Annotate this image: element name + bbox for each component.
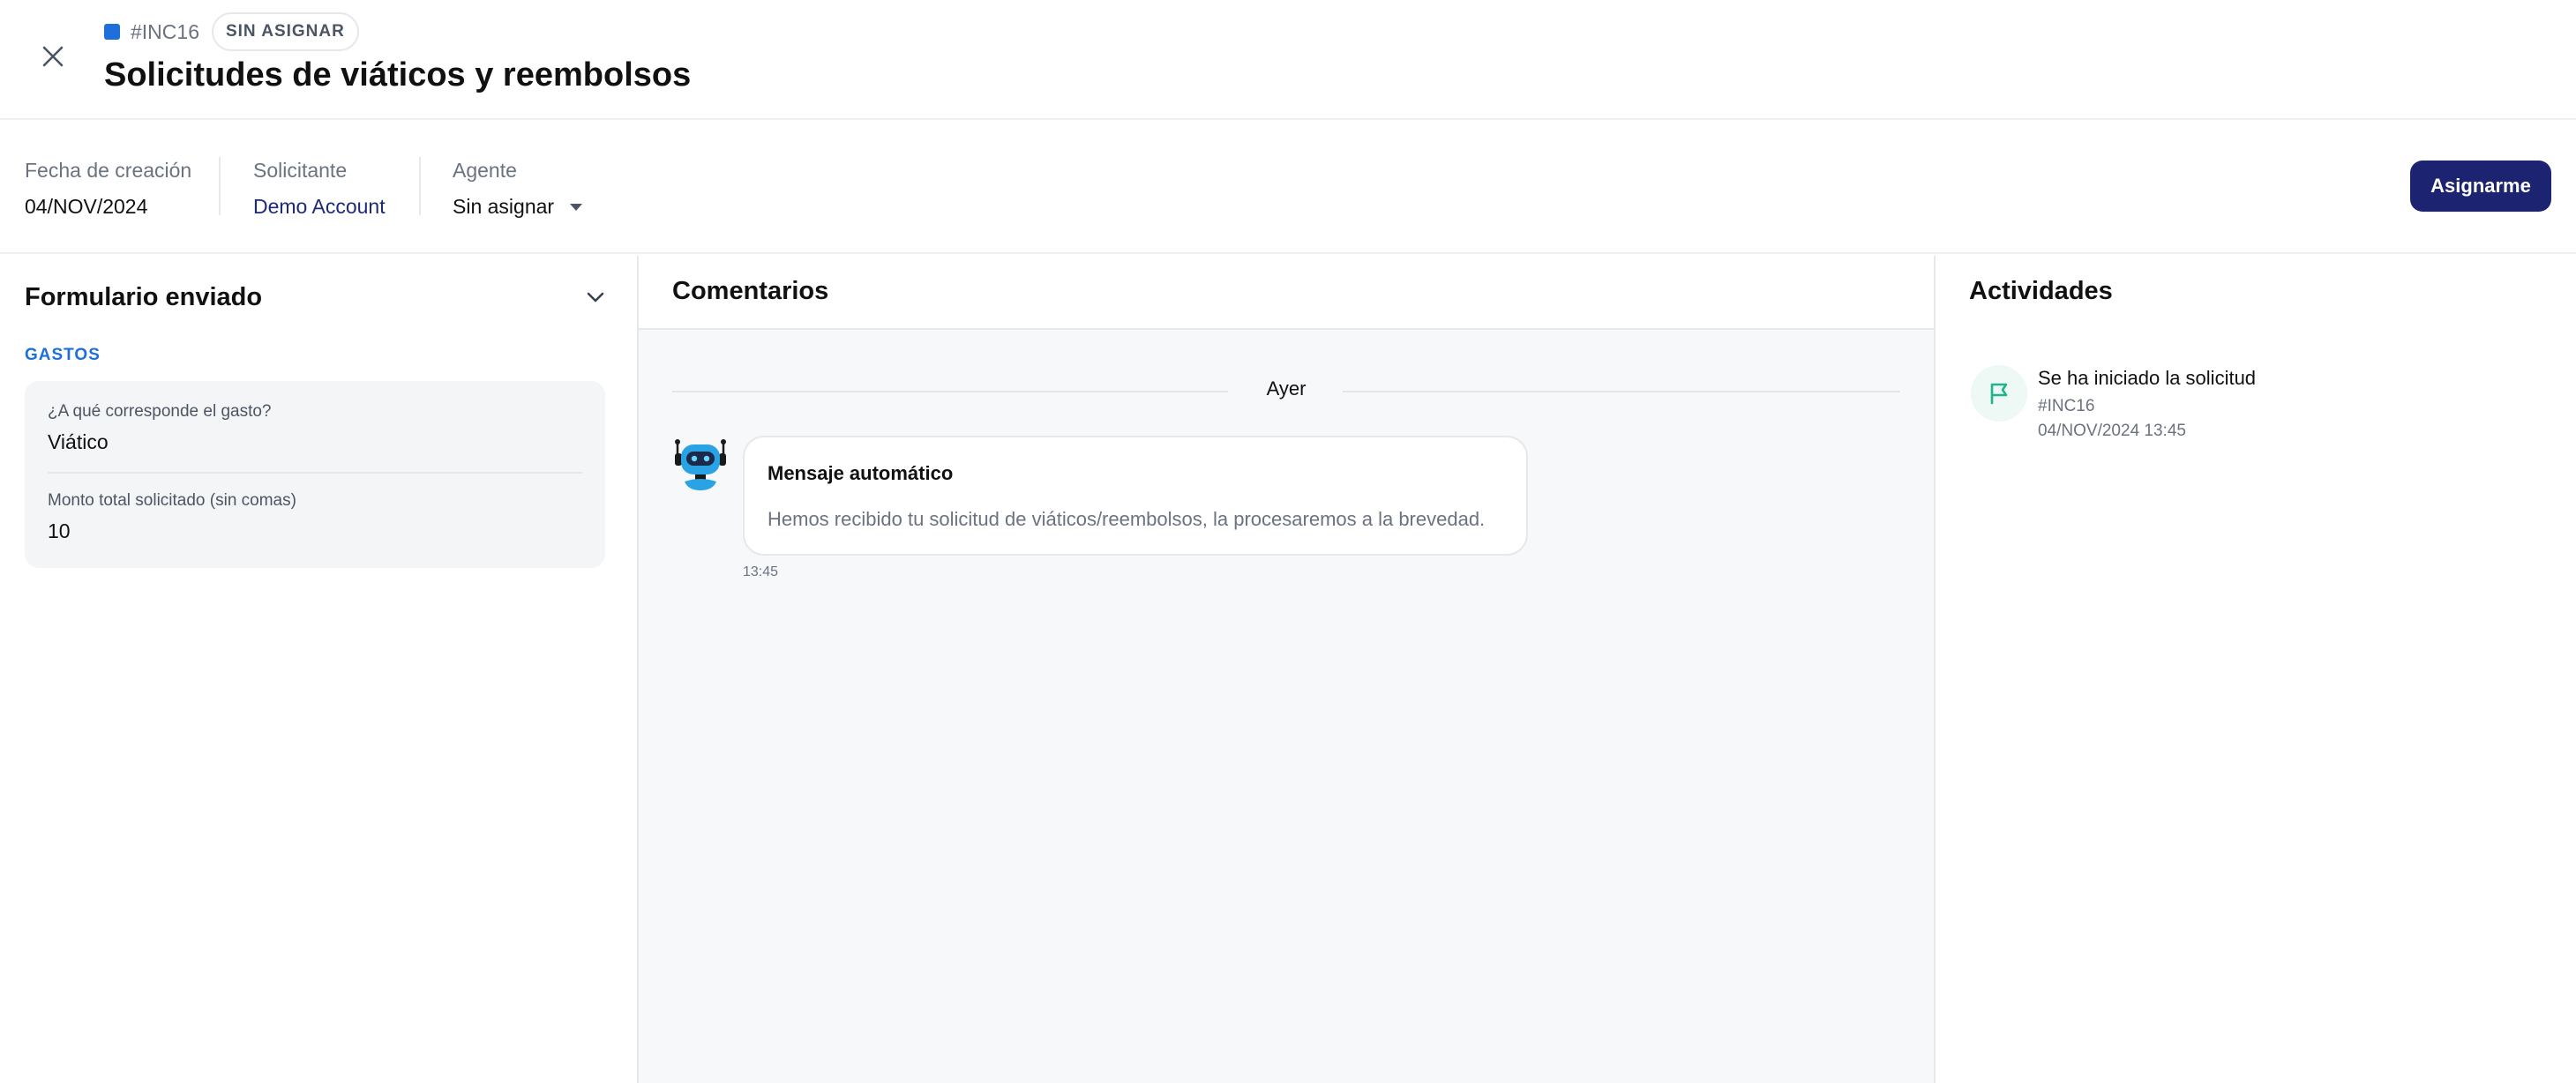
agent-label: Agente	[453, 159, 517, 182]
requester-link[interactable]: Demo Account	[253, 195, 386, 219]
comment-message: Mensaje automático Hemos recibido tu sol…	[743, 436, 1528, 556]
requester-label: Solicitante	[253, 159, 348, 182]
activity-ref: #INC16	[2038, 397, 2095, 415]
divider-line	[1343, 391, 1900, 392]
field-question: Monto total solicitado (sin comas)	[48, 491, 296, 510]
agent-select-value: Sin asignar	[453, 195, 555, 218]
activities-panel: Actividades Se ha iniciado la solicitud …	[1936, 256, 2576, 1083]
agent-block: Agente Sin asignar	[453, 159, 583, 219]
ticket-type-square-icon	[104, 24, 120, 40]
form-collapse-toggle[interactable]: Formulario enviado	[25, 277, 607, 317]
field-answer: 10	[48, 519, 71, 542]
close-button[interactable]	[35, 39, 71, 74]
ticket-id: #INC16	[131, 19, 199, 43]
created-date-value: 04/NOV/2024	[25, 195, 148, 218]
agent-select[interactable]: Sin asignar	[453, 195, 583, 219]
caret-down-icon	[570, 203, 583, 211]
form-panel: Formulario enviado GASTOS ¿A qué corresp…	[0, 256, 639, 1083]
message-title: Mensaje automático	[768, 462, 954, 484]
field-question: ¿A qué corresponde el gasto?	[48, 402, 272, 421]
message-time: 13:45	[743, 564, 779, 579]
bot-avatar-icon	[675, 439, 726, 490]
status-badge: SIN ASIGNAR	[211, 12, 359, 51]
activity-text: Se ha iniciado la solicitud	[2038, 367, 2257, 389]
form-title: Formulario enviado	[25, 282, 263, 311]
message-body: Hemos recibido tu solicitud de viáticos/…	[768, 508, 1486, 530]
field-divider	[48, 472, 582, 474]
activity-date: 04/NOV/2024 13:45	[2038, 422, 2186, 440]
form-fields-card: ¿A qué corresponde el gasto? Viático Mon…	[25, 381, 605, 568]
ticket-header: #INC16 SIN ASIGNAR Solicitudes de viátic…	[0, 0, 2576, 120]
close-icon	[42, 46, 64, 67]
created-date-label: Fecha de creación	[25, 159, 192, 182]
activities-title: Actividades	[1969, 277, 2113, 305]
requester-block: Solicitante Demo Account	[253, 159, 386, 219]
comments-title: Comentarios	[672, 277, 829, 305]
info-divider	[219, 157, 221, 215]
day-separator: Ayer	[672, 377, 1900, 406]
comments-panel: Comentarios Ayer Mensaje automático Hemo…	[639, 256, 1936, 1083]
comments-header: Comentarios	[639, 256, 1934, 330]
day-separator-label: Ayer	[1266, 377, 1307, 400]
chevron-down-icon	[587, 292, 604, 302]
page-title: Solicitudes de viáticos y reembolsos	[104, 56, 692, 93]
field-answer: Viático	[48, 430, 109, 453]
form-section-label: GASTOS	[25, 346, 101, 364]
info-divider	[419, 157, 421, 215]
ticket-info-row: Fecha de creación 04/NOV/2024 Solicitant…	[0, 122, 2576, 254]
flag-icon	[1990, 383, 2008, 405]
created-date-block: Fecha de creación 04/NOV/2024	[25, 159, 191, 219]
ticket-meta: #INC16 SIN ASIGNAR	[104, 12, 359, 51]
assign-me-button[interactable]: Asignarme	[2410, 161, 2551, 212]
activity-icon	[1971, 365, 2027, 422]
